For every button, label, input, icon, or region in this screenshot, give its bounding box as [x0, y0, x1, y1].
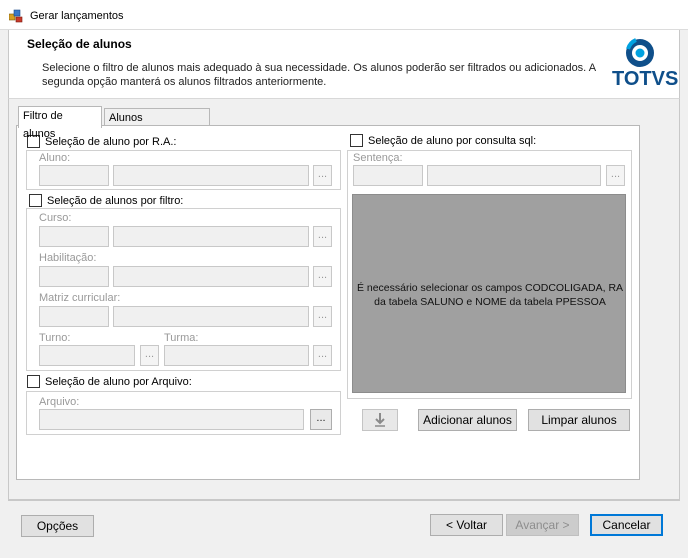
- sentenca-label: Sentença:: [353, 152, 403, 164]
- turno-lookup-button[interactable]: ...: [140, 345, 159, 366]
- clear-students-button[interactable]: Limpar alunos: [528, 409, 630, 431]
- footer-divider: [8, 500, 680, 501]
- sql-checkbox[interactable]: [350, 134, 363, 147]
- tab-filtro-de-alunos[interactable]: Filtro de alunos: [18, 106, 102, 140]
- sql-message: É necessário selecionar os campos CODCOL…: [353, 281, 627, 309]
- description-line-1: Selecione o filtro de alunos mais adequa…: [42, 62, 597, 74]
- next-button[interactable]: Avançar >: [506, 514, 579, 536]
- sentenca-name-field[interactable]: [427, 165, 601, 186]
- sentenca-lookup-button[interactable]: ...: [606, 165, 625, 186]
- arquivo-path-field[interactable]: [39, 409, 304, 430]
- matriz-lookup-button[interactable]: ...: [313, 306, 332, 327]
- sql-message-area: É necessário selecionar os campos CODCOL…: [352, 194, 626, 393]
- app-icon: [9, 9, 23, 23]
- curso-code-field[interactable]: [39, 226, 109, 247]
- arquivo-label: Arquivo:: [39, 396, 80, 408]
- aluno-code-field[interactable]: [39, 165, 109, 186]
- matriz-label: Matriz curricular:: [39, 292, 121, 304]
- habilitacao-code-field[interactable]: [39, 266, 109, 287]
- window-title: Gerar lançamentos: [30, 10, 124, 22]
- aluno-label: Aluno:: [39, 152, 71, 164]
- curso-lookup-button[interactable]: ...: [313, 226, 332, 247]
- arquivo-browse-button[interactable]: ...: [310, 409, 332, 430]
- down-arrow-import-icon: [375, 413, 385, 427]
- options-button[interactable]: Opções: [21, 515, 94, 537]
- sentenca-code-field[interactable]: [353, 165, 423, 186]
- sql-message-line-2: da tabela SALUNO e NOME da tabela PPESSO…: [374, 296, 606, 308]
- habilitacao-name-field[interactable]: [113, 266, 309, 287]
- add-students-button[interactable]: Adicionar alunos: [418, 409, 517, 431]
- aluno-lookup-button[interactable]: ...: [313, 165, 332, 186]
- sql-checkbox-label[interactable]: Seleção de aluno por consulta sql:: [368, 135, 536, 147]
- wizard-header: Seleção de alunos Selecione o filtro de …: [8, 30, 680, 98]
- curso-name-field[interactable]: [113, 226, 309, 247]
- import-button[interactable]: [362, 409, 398, 431]
- turma-label: Turma:: [164, 332, 199, 344]
- curso-label: Curso:: [39, 212, 72, 224]
- turno-field[interactable]: [39, 345, 135, 366]
- turma-lookup-button[interactable]: ...: [313, 345, 332, 366]
- sql-message-line-1: É necessário selecionar os campos CODCOL…: [356, 282, 624, 294]
- title-bar: Gerar lançamentos: [0, 0, 688, 30]
- page-title: Seleção de alunos: [27, 37, 132, 51]
- turma-field[interactable]: [164, 345, 309, 366]
- arquivo-checkbox[interactable]: [27, 375, 40, 388]
- description-line-2: segunda opção manterá os alunos filtrado…: [42, 76, 327, 88]
- turno-label: Turno:: [39, 332, 71, 344]
- matriz-code-field[interactable]: [39, 306, 109, 327]
- habilitacao-lookup-button[interactable]: ...: [313, 266, 332, 287]
- matriz-name-field[interactable]: [113, 306, 309, 327]
- aluno-name-field[interactable]: [113, 165, 309, 186]
- cancel-button[interactable]: Cancelar: [590, 514, 663, 536]
- back-button[interactable]: < Voltar: [430, 514, 503, 536]
- logo-text: TOTVS: [612, 68, 679, 90]
- page-description: Selecione o filtro de alunos mais adequa…: [42, 61, 602, 89]
- arquivo-checkbox-label[interactable]: Seleção de aluno por Arquivo:: [45, 376, 192, 388]
- filtro-checkbox-label[interactable]: Seleção de alunos por filtro:: [47, 195, 183, 207]
- ra-checkbox-label[interactable]: Seleção de aluno por R.A.:: [45, 136, 176, 148]
- habilitacao-label: Habilitação:: [39, 252, 97, 264]
- filtro-checkbox[interactable]: [29, 194, 42, 207]
